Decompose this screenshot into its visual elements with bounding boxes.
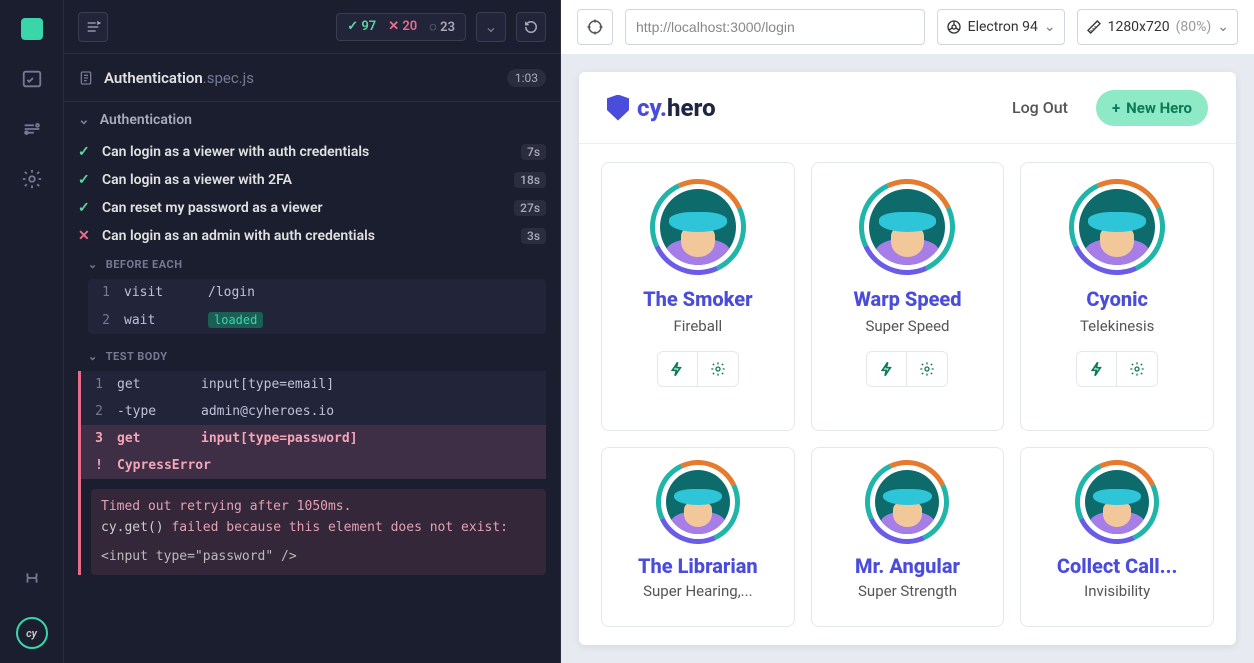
file-icon: [78, 70, 94, 86]
avatar: [656, 460, 740, 544]
power-button[interactable]: [867, 352, 907, 386]
viewport-selector[interactable]: 1280x720 (80%) ⌄: [1077, 9, 1238, 45]
command-row[interactable]: 2waitloaded: [88, 306, 546, 334]
chevron-down-icon: ⌄: [1217, 19, 1229, 35]
hero-card[interactable]: The Librarian Super Hearing,...: [601, 447, 795, 628]
app-brand: cy.hero: [607, 94, 716, 122]
chevron-down-icon: ⌄: [88, 258, 98, 271]
gear-icon: [919, 361, 935, 377]
hero-card[interactable]: Collect Call... Invisibility: [1020, 447, 1214, 628]
test-stats: ✓ 97 ✕ 20 ◌ 23: [336, 13, 466, 41]
aut-panel: Electron 94 ⌄ 1280x720 (80%) ⌄ cy.hero L…: [561, 0, 1254, 663]
new-hero-button[interactable]: +New Hero: [1096, 90, 1208, 126]
check-icon: ✓: [78, 144, 92, 160]
ruler-icon: [1086, 19, 1102, 35]
browser-selector[interactable]: Electron 94 ⌄: [937, 9, 1065, 45]
selector-playground-button[interactable]: [577, 9, 613, 45]
restart-button[interactable]: [516, 12, 546, 42]
avatar: [650, 179, 746, 275]
avatar: [859, 179, 955, 275]
section-before-each[interactable]: ⌄BEFORE EACH: [64, 250, 560, 279]
runs-icon[interactable]: [21, 118, 43, 140]
fail-block: 1getinput[type=email] 2-typeadmin@cyhero…: [78, 371, 560, 575]
hero-card[interactable]: Warp Speed Super Speed: [811, 162, 1005, 431]
reporter-panel: ✓ 97 ✕ 20 ◌ 23 ⌄ Authentication.spec.js …: [64, 0, 561, 663]
chevron-down-icon: ⌄: [1044, 19, 1056, 35]
gear-icon: [1129, 361, 1145, 377]
test-row[interactable]: ✓Can reset my password as a viewer27s: [64, 194, 560, 222]
chevron-down-icon: ⌄: [88, 350, 98, 363]
test-row[interactable]: ✕Can login as an admin with auth credent…: [64, 222, 560, 250]
logout-link[interactable]: Log Out: [1012, 98, 1068, 117]
check-icon: ✓: [78, 200, 92, 216]
spec-filename: Authentication.spec.js: [104, 69, 254, 87]
check-icon: ✓: [78, 172, 92, 188]
hero-card[interactable]: Mr. Angular Super Strength: [811, 447, 1005, 628]
command-row[interactable]: 2-typeadmin@cyheroes.io: [81, 398, 546, 425]
test-row[interactable]: ✓Can login as a viewer with 2FA18s: [64, 166, 560, 194]
command-row-error[interactable]: !CypressError: [81, 452, 546, 479]
cypress-logo: cy: [16, 617, 48, 649]
error-message: Timed out retrying after 1050ms. cy.get(…: [91, 489, 546, 575]
power-button[interactable]: [658, 352, 698, 386]
bolt-icon: [1089, 361, 1105, 377]
toggle-sidebar-button[interactable]: [78, 12, 108, 42]
section-test-body[interactable]: ⌄TEST BODY: [64, 342, 560, 371]
edit-button[interactable]: [1117, 352, 1157, 386]
options-button[interactable]: ⌄: [476, 12, 506, 42]
avatar: [1075, 460, 1159, 544]
spec-header[interactable]: Authentication.spec.js 1:03: [64, 54, 560, 102]
suite-title: Authentication: [100, 112, 192, 128]
app-under-test: cy.hero Log Out +New Hero The Smoker Fir…: [579, 72, 1236, 645]
plus-icon: +: [1112, 99, 1120, 117]
url-bar: Electron 94 ⌄ 1280x720 (80%) ⌄: [561, 0, 1254, 54]
spec-duration: 1:03: [507, 69, 546, 87]
edit-button[interactable]: [698, 352, 738, 386]
test-list: ⌄ Authentication ✓Can login as a viewer …: [64, 102, 560, 663]
crosshair-icon: [586, 18, 604, 36]
edit-button[interactable]: [907, 352, 947, 386]
specs-icon[interactable]: [21, 68, 43, 90]
command-row[interactable]: 1getinput[type=email]: [81, 371, 546, 398]
x-icon: ✕: [78, 228, 92, 244]
nav-iconbar: cy: [0, 0, 64, 663]
gear-icon: [710, 361, 726, 377]
command-row-error[interactable]: 3getinput[type=password]: [81, 425, 546, 452]
url-input[interactable]: [625, 9, 925, 45]
avatar: [1069, 179, 1165, 275]
hero-card[interactable]: Cyonic Telekinesis: [1020, 162, 1214, 431]
bolt-icon: [879, 361, 895, 377]
before-commands: 1visit/login 2waitloaded: [88, 279, 546, 334]
stat-passed: ✓ 97: [347, 19, 376, 35]
browser-icon: [946, 19, 962, 35]
reporter-topbar: ✓ 97 ✕ 20 ◌ 23 ⌄: [64, 0, 560, 54]
settings-icon[interactable]: [21, 168, 43, 190]
keyboard-icon[interactable]: [21, 567, 43, 589]
avatar: [865, 460, 949, 544]
hero-card[interactable]: The Smoker Fireball: [601, 162, 795, 431]
status-badge: loaded: [208, 312, 263, 328]
power-button[interactable]: [1077, 352, 1117, 386]
hero-actions: [866, 351, 948, 387]
stat-pending: ◌ 23: [429, 19, 455, 35]
stat-failed: ✕ 20: [388, 19, 417, 35]
test-row[interactable]: ✓Can login as a viewer with auth credent…: [64, 138, 560, 166]
suite-row[interactable]: ⌄ Authentication: [64, 102, 560, 138]
hero-grid: The Smoker Fireball Warp Speed Super Spe…: [579, 144, 1236, 645]
aut-preview: cy.hero Log Out +New Hero The Smoker Fir…: [561, 54, 1254, 663]
chevron-down-icon: ⌄: [78, 112, 90, 128]
shield-icon: [607, 95, 629, 121]
hero-actions: [1076, 351, 1158, 387]
app-header: cy.hero Log Out +New Hero: [579, 72, 1236, 144]
hero-actions: [657, 351, 739, 387]
command-row[interactable]: 1visit/login: [88, 279, 546, 306]
app-icon[interactable]: [21, 18, 43, 40]
bolt-icon: [669, 361, 685, 377]
